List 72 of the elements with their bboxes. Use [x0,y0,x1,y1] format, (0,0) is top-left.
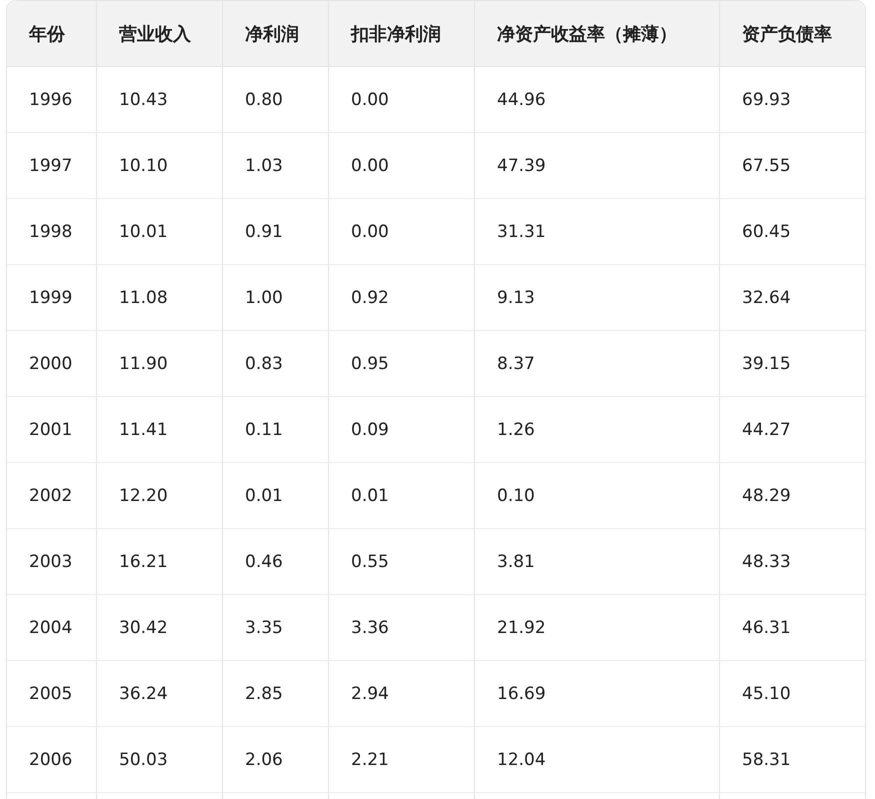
table-cell: 2001 [29,420,72,440]
column-header: 净资产收益率（摊薄） [497,24,677,44]
table-cell: 36.24 [119,684,168,704]
table-cell: 0.00 [351,90,389,110]
table-cell: 2003 [29,552,72,572]
table-cell: 8.37 [497,354,535,374]
table-cell: 9.13 [497,288,535,308]
table-cell: 2000 [29,354,72,374]
table-cell: 1.00 [245,288,283,308]
table-cell: 60.45 [742,222,791,242]
table-cell: 2005 [29,684,72,704]
table-cell: 58.31 [742,750,791,770]
table-cell: 0.00 [351,156,389,176]
table-cell: 0.83 [245,354,283,374]
table-cell: 48.33 [742,552,791,572]
table-cell: 69.93 [742,90,791,110]
table-cell: 39.15 [742,354,791,374]
table-cell: 21.92 [497,618,546,638]
table-cell: 30.42 [119,618,168,638]
table-cell: 47.39 [497,156,546,176]
table-cell: 12.20 [119,486,168,506]
table-cell: 16.21 [119,552,168,572]
table-cell: 3.36 [351,618,389,638]
table-cell: 2004 [29,618,72,638]
column-header: 年份 [29,24,65,44]
table-cell: 1.03 [245,156,283,176]
table-cell: 1997 [29,156,72,176]
column-header: 净利润 [245,24,299,44]
table-cell: 32.64 [742,288,791,308]
table-cell: 50.03 [119,750,168,770]
table-cell: 48.29 [742,486,791,506]
table-cell: 2.21 [351,750,389,770]
column-header: 营业收入 [119,24,191,44]
table-cell: 2.06 [245,750,283,770]
table-cell: 10.01 [119,222,168,242]
table-cell: 0.01 [245,486,283,506]
table-cell: 11.41 [119,420,168,440]
table-cell: 0.95 [351,354,389,374]
table-cell: 0.01 [351,486,389,506]
table-cell: 11.08 [119,288,168,308]
table-cell: 10.10 [119,156,168,176]
table-cell: 0.91 [245,222,283,242]
table-cell: 3.35 [245,618,283,638]
column-header: 扣非净利润 [351,24,441,44]
table-cell: 31.31 [497,222,546,242]
table-cell: 3.81 [497,552,535,572]
table-cell: 11.90 [119,354,168,374]
table-cell: 0.55 [351,552,389,572]
table-cell: 44.96 [497,90,546,110]
table-cell: 46.31 [742,618,791,638]
table-cell: 2002 [29,486,72,506]
table-cell: 2006 [29,750,72,770]
table-cell: 0.11 [245,420,283,440]
table-cell: 0.10 [497,486,535,506]
table-cell: 2.94 [351,684,389,704]
table-cell: 0.09 [351,420,389,440]
table-cell: 16.69 [497,684,546,704]
table-cell: 44.27 [742,420,791,440]
table-cell: 45.10 [742,684,791,704]
table-cell: 1998 [29,222,72,242]
table-cell: 10.43 [119,90,168,110]
table-cell: 1996 [29,90,72,110]
table-cell: 0.00 [351,222,389,242]
table-cell: 1999 [29,288,72,308]
table-cell: 1.26 [497,420,535,440]
table-cell: 67.55 [742,156,791,176]
table-cell: 12.04 [497,750,546,770]
table-cell: 0.92 [351,288,389,308]
table-cell: 2.85 [245,684,283,704]
column-header: 资产负债率 [742,24,832,44]
table-cell: 0.46 [245,552,283,572]
table-cell: 0.80 [245,90,283,110]
